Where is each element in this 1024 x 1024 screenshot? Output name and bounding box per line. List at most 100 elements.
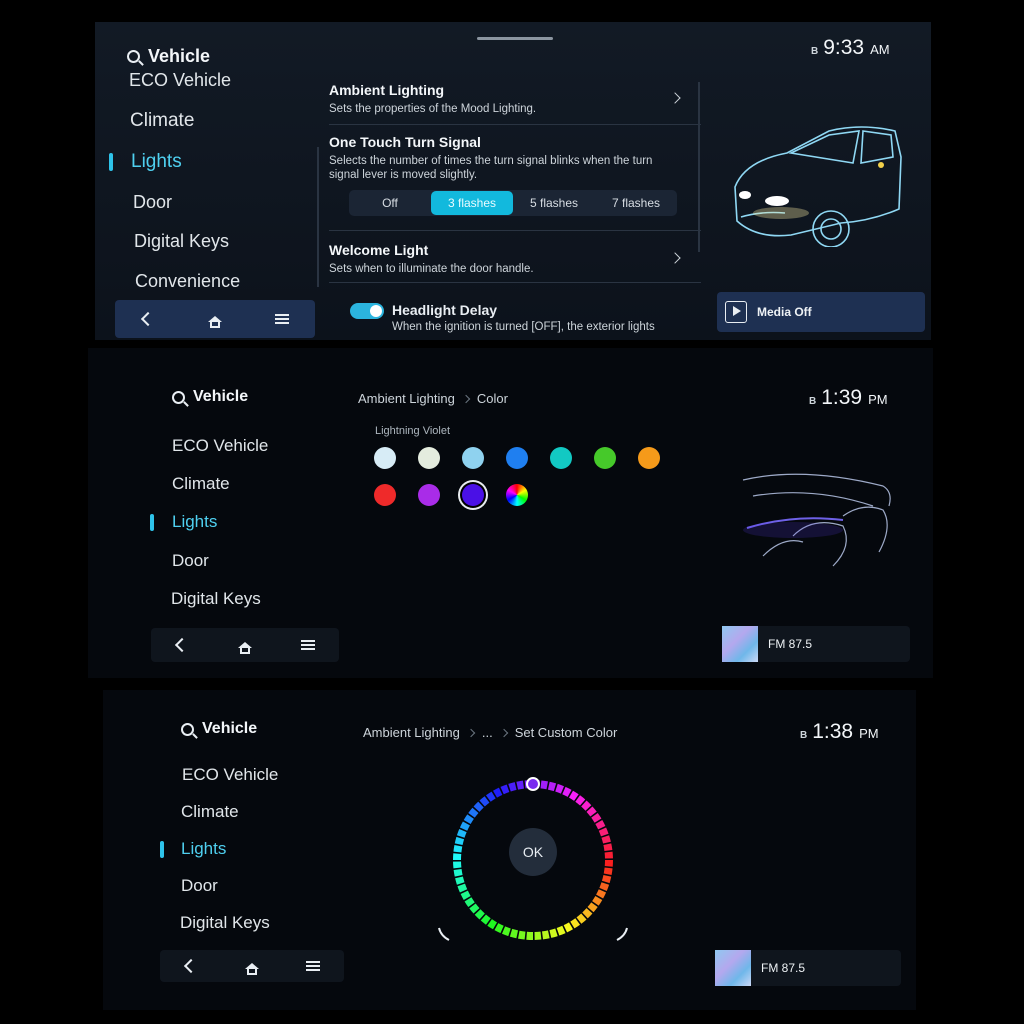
turn-signal-title: One Touch Turn Signal <box>329 134 481 150</box>
menu-item-door[interactable]: Door <box>172 551 209 571</box>
media-card[interactable]: FM 87.5 <box>715 950 901 986</box>
content-scrollbar[interactable] <box>698 82 700 252</box>
menu-button[interactable] <box>288 630 328 660</box>
search-vehicle[interactable]: Vehicle <box>172 388 248 406</box>
back-button[interactable] <box>128 304 168 334</box>
search-vehicle[interactable]: Vehicle <box>127 46 210 67</box>
color-swatch[interactable] <box>506 447 528 469</box>
hue-segment <box>586 806 597 817</box>
color-swatch[interactable] <box>418 447 440 469</box>
menu-item-digital-keys[interactable]: Digital Keys <box>134 231 229 252</box>
bottom-nav <box>151 628 339 662</box>
clock-time: 1:39 <box>821 386 863 409</box>
menu-item-lights[interactable]: Lights <box>172 512 217 532</box>
color-swatch[interactable] <box>462 484 484 506</box>
color-swatch[interactable] <box>594 447 616 469</box>
menu-item-door[interactable]: Door <box>133 192 172 213</box>
segment-3-flashes[interactable]: 3 flashes <box>431 191 513 215</box>
hue-segment <box>464 897 475 908</box>
hue-segment <box>463 814 474 825</box>
custom-color-swatch[interactable] <box>506 484 528 506</box>
headlight-delay-toggle[interactable] <box>350 303 384 319</box>
segment-5-flashes[interactable]: 5 flashes <box>513 191 595 215</box>
home-button[interactable] <box>195 304 235 334</box>
ambient-lighting-title: Ambient Lighting <box>329 82 445 98</box>
menu-item-door[interactable]: Door <box>181 876 218 896</box>
active-indicator <box>160 841 164 858</box>
menu-item-climate[interactable]: Climate <box>181 802 239 822</box>
hue-segment <box>575 795 586 806</box>
color-swatch[interactable] <box>550 447 572 469</box>
media-label: Media Off <box>757 305 812 319</box>
clock-time: 9:33 <box>823 36 865 59</box>
home-button[interactable] <box>225 630 265 660</box>
menu-item-eco-vehicle[interactable]: ECO Vehicle <box>172 436 268 456</box>
clock-ampm: PM <box>859 726 879 741</box>
hue-segment <box>453 845 463 853</box>
turn-signal-desc: Selects the number of times the turn sig… <box>329 155 653 181</box>
search-vehicle[interactable]: Vehicle <box>181 720 257 738</box>
home-icon <box>244 963 259 975</box>
color-swatch[interactable] <box>374 447 396 469</box>
drag-handle[interactable] <box>477 37 553 40</box>
home-button[interactable] <box>232 951 272 981</box>
hue-segment <box>555 783 565 794</box>
hue-segment <box>500 784 510 795</box>
bluetooth-icon: B <box>800 730 807 741</box>
ambient-color-screen: Vehicle ECO Vehicle Climate Lights Door … <box>88 348 933 678</box>
ring-arc-indicators <box>438 927 628 941</box>
welcome-light-row[interactable]: Welcome Light Sets when to illuminate th… <box>329 242 699 276</box>
bluetooth-icon: B <box>811 46 818 57</box>
bluetooth-icon: B <box>809 396 816 407</box>
car-illustration <box>734 126 902 247</box>
menu-item-lights[interactable]: Lights <box>181 839 226 859</box>
breadcrumb-ambient-lighting[interactable]: Ambient Lighting <box>363 725 460 740</box>
hue-segment <box>454 836 465 846</box>
active-indicator <box>150 514 154 531</box>
media-label: FM 87.5 <box>768 637 813 651</box>
divider <box>329 230 701 231</box>
back-button[interactable] <box>171 951 211 981</box>
menu-scrollbar[interactable] <box>317 147 319 287</box>
hue-segment <box>516 780 525 790</box>
hue-segment <box>587 902 598 913</box>
breadcrumb-ellipsis[interactable]: ... <box>482 725 493 740</box>
album-art <box>722 626 758 662</box>
media-card[interactable]: Media Off <box>717 292 925 332</box>
media-label: FM 87.5 <box>761 961 806 975</box>
search-icon <box>181 722 194 736</box>
menu-icon <box>274 314 289 324</box>
ok-button[interactable]: OK <box>509 828 557 876</box>
menu-item-climate[interactable]: Climate <box>172 474 230 494</box>
color-swatch[interactable] <box>374 484 396 506</box>
hue-segment <box>508 782 517 792</box>
headlight-delay-title: Headlight Delay <box>392 302 498 318</box>
hue-segment <box>493 787 503 798</box>
ambient-lighting-row[interactable]: Ambient Lighting Sets the properties of … <box>329 82 699 116</box>
back-button[interactable] <box>162 630 202 660</box>
hue-segment <box>474 909 485 920</box>
color-swatch[interactable] <box>462 447 484 469</box>
hue-segment <box>459 821 470 831</box>
menu-item-eco-vehicle[interactable]: ECO Vehicle <box>182 765 278 785</box>
menu-item-digital-keys[interactable]: Digital Keys <box>171 589 261 609</box>
color-swatch[interactable] <box>418 484 440 506</box>
breadcrumb: Ambient Lighting Color <box>358 391 508 406</box>
segment-7-flashes[interactable]: 7 flashes <box>595 191 677 215</box>
menu-item-digital-keys[interactable]: Digital Keys <box>180 913 270 933</box>
media-card[interactable]: FM 87.5 <box>722 626 910 662</box>
segment-off[interactable]: Off <box>349 191 431 215</box>
menu-icon <box>306 961 321 971</box>
menu-button[interactable] <box>262 304 302 334</box>
search-label: Vehicle <box>202 720 258 737</box>
menu-item-lights[interactable]: Lights <box>131 151 182 173</box>
search-icon <box>127 50 140 63</box>
hue-segment <box>473 801 484 812</box>
color-swatch[interactable] <box>638 447 660 469</box>
breadcrumb-ambient-lighting[interactable]: Ambient Lighting <box>358 391 455 406</box>
menu-item-convenience[interactable]: Convenience <box>135 271 240 292</box>
menu-button[interactable] <box>293 951 333 981</box>
menu-item-climate[interactable]: Climate <box>130 110 194 132</box>
bottom-nav <box>160 950 344 982</box>
menu-item-eco-vehicle[interactable]: ECO Vehicle <box>129 70 231 91</box>
